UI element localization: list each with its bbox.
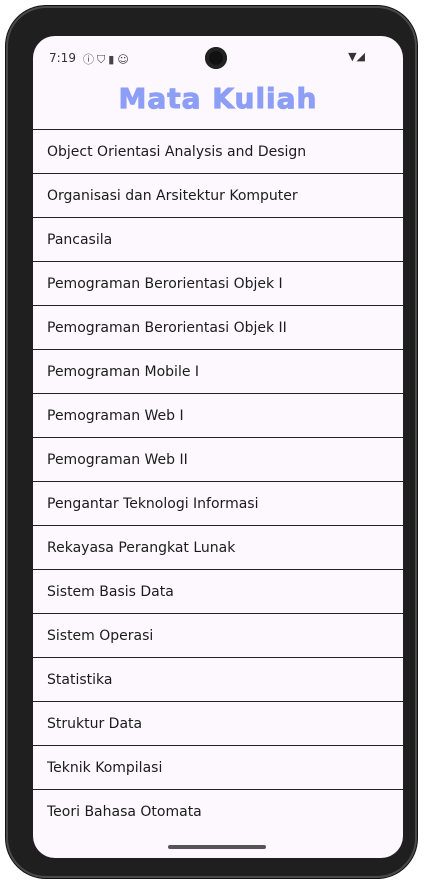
list-item[interactable]: Pemograman Mobile I <box>33 349 403 393</box>
status-icons-left: ⓘ⛉▮☺ <box>83 51 132 67</box>
gesture-home-bar[interactable] <box>168 845 266 849</box>
sd-card-icon: ▮ <box>108 53 118 66</box>
list-item[interactable]: Object Orientasi Analysis and Design <box>33 129 403 173</box>
course-list[interactable]: Object Orientasi Analysis and Design Orga… <box>33 129 403 833</box>
list-item[interactable]: Organisasi dan Arsitektur Komputer <box>33 173 403 217</box>
list-item[interactable]: Struktur Data <box>33 701 403 745</box>
list-item[interactable]: Pemograman Web I <box>33 393 403 437</box>
list-item[interactable]: Sistem Operasi <box>33 613 403 657</box>
list-item[interactable]: Rekayasa Perangkat Lunak <box>33 525 403 569</box>
list-item[interactable]: Pemograman Berorientasi Objek I <box>33 261 403 305</box>
list-item[interactable]: Teori Bahasa Otomata <box>33 789 403 833</box>
list-item[interactable]: Teknik Kompilasi <box>33 745 403 789</box>
info-icon: ⓘ <box>83 53 97 66</box>
list-item[interactable]: Statistika <box>33 657 403 701</box>
list-item[interactable]: Pancasila <box>33 217 403 261</box>
face-icon: ☺ <box>117 53 132 66</box>
list-item[interactable]: Sistem Basis Data <box>33 569 403 613</box>
status-time: 7:19 <box>49 51 76 65</box>
screen: 7:19 ⓘ⛉▮☺ ▼◢ Mata Kuliah Object Orientas… <box>33 36 403 858</box>
emulator-stage: 7:19 ⓘ⛉▮☺ ▼◢ Mata Kuliah Object Orientas… <box>0 0 441 882</box>
shield-icon: ⛉ <box>97 53 109 66</box>
page-title: Mata Kuliah <box>118 82 318 116</box>
phone-frame: 7:19 ⓘ⛉▮☺ ▼◢ Mata Kuliah Object Orientas… <box>6 6 417 878</box>
list-item[interactable]: Pemograman Web II <box>33 437 403 481</box>
wifi-icon: ▼ <box>348 50 357 63</box>
signal-icon: ◢ <box>356 50 365 63</box>
status-bar: 7:19 ⓘ⛉▮☺ ▼◢ <box>33 36 403 80</box>
camera-cutout <box>205 47 227 69</box>
list-item[interactable]: Pengantar Teknologi Informasi <box>33 481 403 525</box>
list-item[interactable]: Pemograman Berorientasi Objek II <box>33 305 403 349</box>
status-icons-right: ▼◢ <box>348 50 365 63</box>
